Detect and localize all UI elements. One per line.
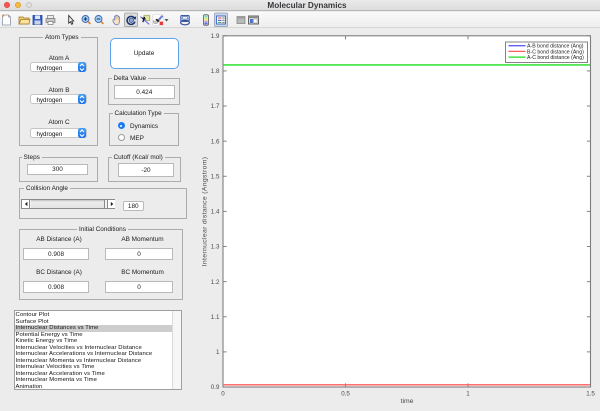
svg-text:1.5: 1.5 [211,173,220,180]
svg-text:Internuclear distance (Angstro: Internuclear distance (Angstrom) [202,157,209,267]
svg-text:1.7: 1.7 [211,103,220,110]
svg-text:1.4: 1.4 [211,209,220,216]
svg-text:0: 0 [221,390,225,397]
svg-text:1.2: 1.2 [211,279,220,286]
svg-text:1.8: 1.8 [211,68,220,75]
svg-text:0.5: 0.5 [341,390,350,397]
svg-text:1.1: 1.1 [211,314,220,321]
svg-text:1: 1 [216,349,220,356]
svg-text:1.9: 1.9 [211,33,220,40]
svg-text:1.6: 1.6 [211,138,220,145]
svg-text:1: 1 [466,390,470,397]
svg-text:time: time [401,398,414,405]
svg-text:1.5: 1.5 [586,390,595,397]
svg-text:0.9: 0.9 [211,384,220,391]
svg-text:1.3: 1.3 [211,244,220,251]
svg-text:A-C bond distance (Ang): A-C bond distance (Ang) [527,55,584,61]
